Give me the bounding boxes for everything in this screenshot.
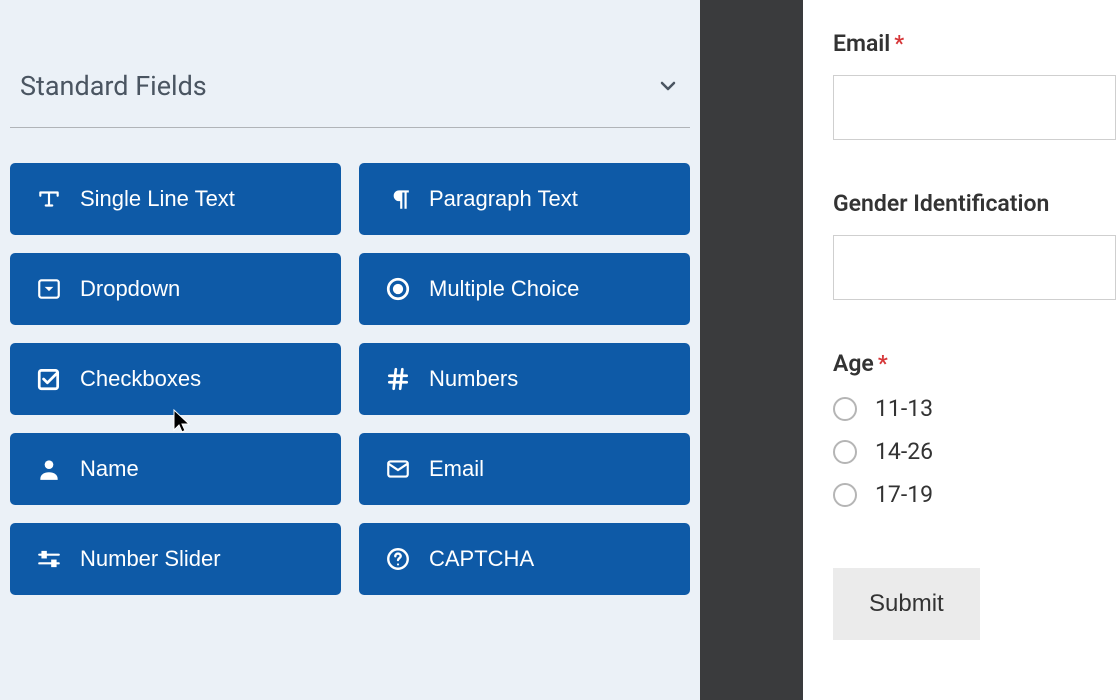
radio-label: 11-13 xyxy=(875,395,933,422)
chevron-down-icon xyxy=(656,74,680,98)
email-icon xyxy=(385,456,411,482)
field-name[interactable]: Name xyxy=(10,433,341,505)
radio-icon xyxy=(833,440,857,464)
field-checkboxes[interactable]: Checkboxes xyxy=(10,343,341,415)
field-label: Single Line Text xyxy=(80,186,235,212)
gender-label: Gender Identification xyxy=(833,190,1116,217)
field-single-line-text[interactable]: Single Line Text xyxy=(10,163,341,235)
required-mark: * xyxy=(878,352,888,377)
age-label: Age * xyxy=(833,350,1116,377)
field-label: Paragraph Text xyxy=(429,186,578,212)
name-icon xyxy=(36,456,62,482)
field-multiple-choice[interactable]: Multiple Choice xyxy=(359,253,690,325)
field-grid: Single Line Text Paragraph Text Dropdown… xyxy=(0,163,700,595)
field-dropdown[interactable]: Dropdown xyxy=(10,253,341,325)
submit-button[interactable]: Submit xyxy=(833,568,980,640)
field-label: Numbers xyxy=(429,366,518,392)
radio-label: 17-19 xyxy=(875,481,933,508)
radio-icon xyxy=(833,483,857,507)
field-email[interactable]: Email xyxy=(359,433,690,505)
form-preview: Email * Gender Identification Age * 11-1… xyxy=(803,0,1116,700)
field-paragraph-text[interactable]: Paragraph Text xyxy=(359,163,690,235)
checkboxes-icon xyxy=(36,366,62,392)
gender-input[interactable] xyxy=(833,235,1116,300)
radio-item[interactable]: 11-13 xyxy=(833,395,1116,422)
field-label: CAPTCHA xyxy=(429,546,534,572)
field-label: Email xyxy=(429,456,484,482)
form-group-gender: Gender Identification xyxy=(833,190,1116,300)
radio-item[interactable]: 17-19 xyxy=(833,481,1116,508)
email-input[interactable] xyxy=(833,75,1116,140)
radio-label: 14-26 xyxy=(875,438,933,465)
field-label: Name xyxy=(80,456,139,482)
form-group-email: Email * xyxy=(833,30,1116,140)
text-icon xyxy=(36,186,62,212)
field-label: Dropdown xyxy=(80,276,180,302)
slider-icon xyxy=(36,546,62,572)
captcha-icon xyxy=(385,546,411,572)
field-number-slider[interactable]: Number Slider xyxy=(10,523,341,595)
field-captcha[interactable]: CAPTCHA xyxy=(359,523,690,595)
radio-icon xyxy=(833,397,857,421)
field-numbers[interactable]: Numbers xyxy=(359,343,690,415)
field-label: Checkboxes xyxy=(80,366,201,392)
section-title: Standard Fields xyxy=(20,70,207,102)
field-label: Multiple Choice xyxy=(429,276,579,302)
paragraph-icon xyxy=(385,186,411,212)
email-label: Email * xyxy=(833,30,1116,57)
fields-sidebar: Standard Fields Single Line Text Paragra… xyxy=(0,0,700,700)
panel-divider xyxy=(700,0,803,700)
numbers-icon xyxy=(385,366,411,392)
field-label: Number Slider xyxy=(80,546,221,572)
multiple-choice-icon xyxy=(385,276,411,302)
required-mark: * xyxy=(894,32,904,57)
section-header[interactable]: Standard Fields xyxy=(10,0,690,128)
age-radio-group: 11-13 14-26 17-19 xyxy=(833,395,1116,508)
radio-item[interactable]: 14-26 xyxy=(833,438,1116,465)
dropdown-icon xyxy=(36,276,62,302)
form-group-age: Age * 11-13 14-26 17-19 xyxy=(833,350,1116,508)
